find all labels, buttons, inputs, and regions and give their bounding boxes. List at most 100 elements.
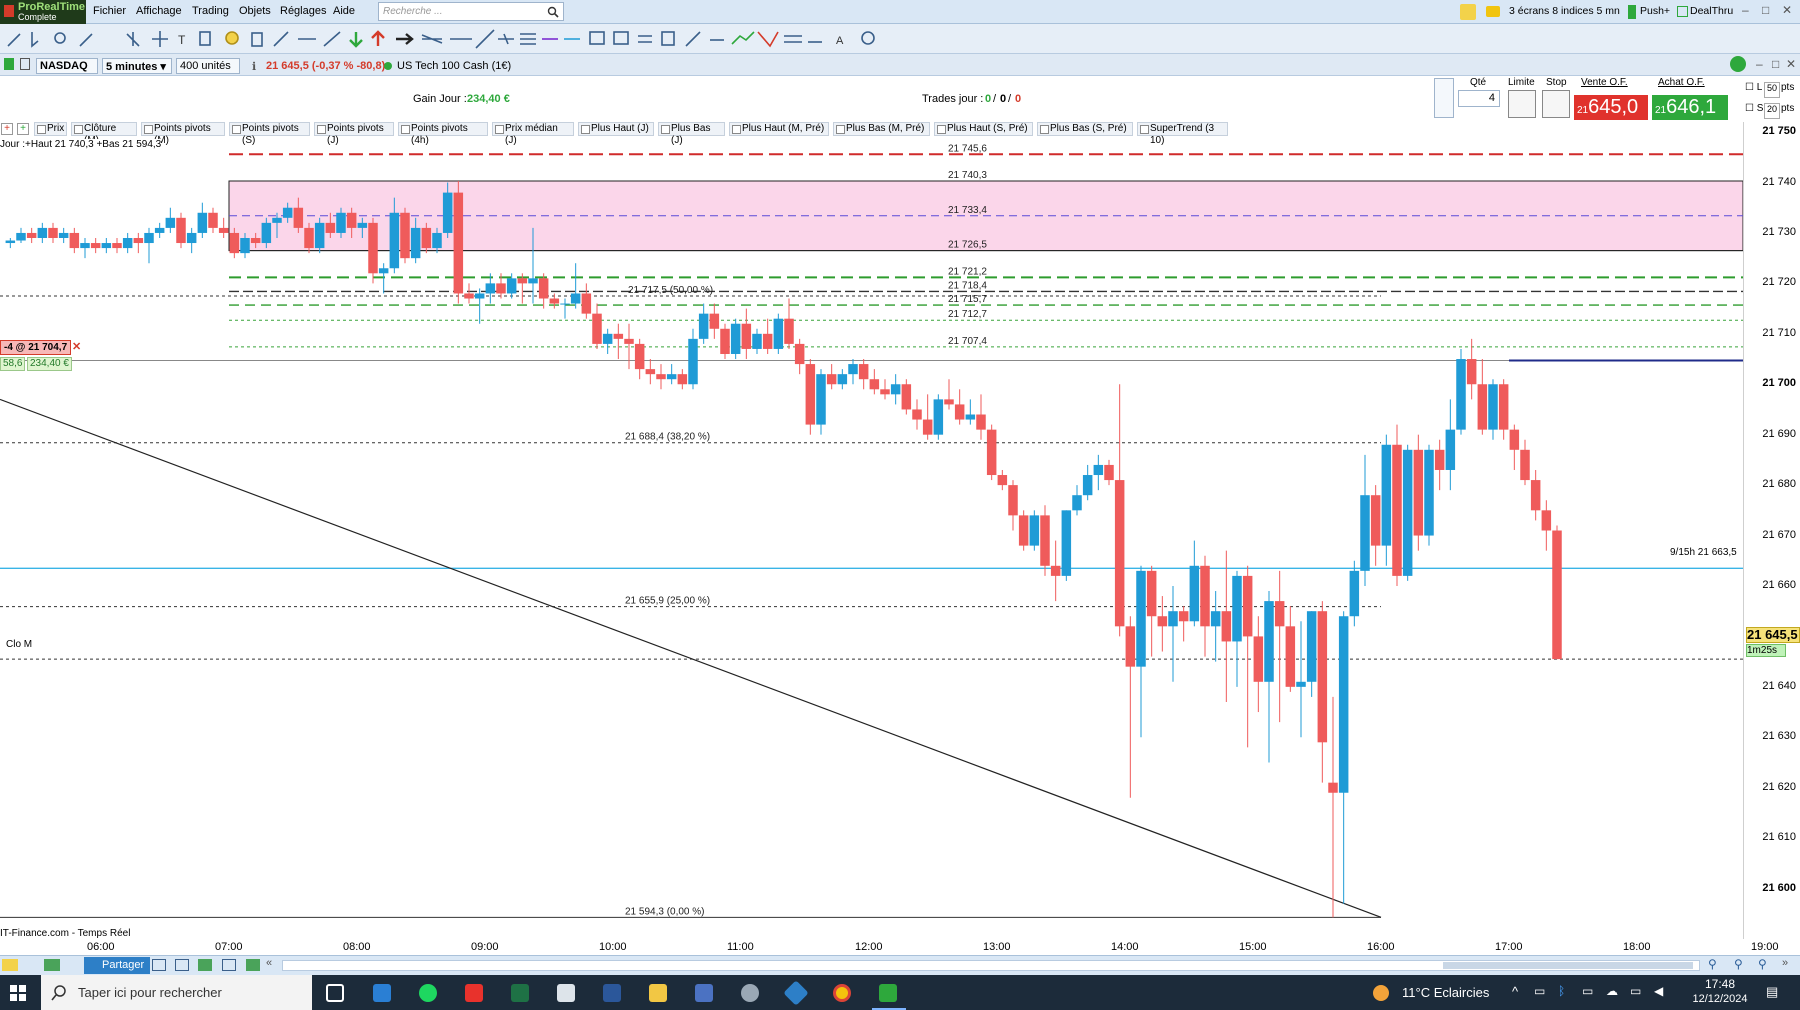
explorer-icon[interactable] xyxy=(649,984,667,1002)
link-icon[interactable] xyxy=(20,58,30,70)
order-settings-icon[interactable] xyxy=(1434,78,1454,118)
time-axis[interactable]: 06:00 07:00 08:00 09:00 10:00 11:00 12:00 13:00… xyxy=(0,939,1779,955)
units-select[interactable]: 400 unités ▾ xyxy=(176,58,240,85)
app-icon[interactable] xyxy=(783,980,809,1006)
close-icon[interactable]: ✕ xyxy=(1782,3,1792,17)
refresh-icon[interactable] xyxy=(1730,56,1746,72)
menu-aide[interactable]: Aide xyxy=(333,5,355,17)
windows-start-icon[interactable] xyxy=(10,985,26,1001)
network-icon[interactable]: ▭ xyxy=(1630,984,1641,998)
box-icon[interactable] xyxy=(613,31,629,45)
share-button[interactable]: Partager xyxy=(84,957,151,974)
stop-order-button[interactable] xyxy=(1542,90,1570,118)
settings-icon[interactable] xyxy=(861,31,875,45)
minimize-icon[interactable]: – xyxy=(1742,3,1749,17)
price-axis[interactable]: 21 750 21 740 21 730 21 720 21 710 21 700 21 6… xyxy=(1743,122,1800,939)
s-checkbox[interactable]: ☐ S xyxy=(1745,103,1763,114)
restore-icon[interactable]: □ xyxy=(1762,3,1769,17)
indicators-icon[interactable] xyxy=(44,959,60,971)
folder-icon[interactable] xyxy=(1486,6,1500,17)
store-icon[interactable] xyxy=(373,984,391,1002)
chrome-icon[interactable] xyxy=(833,984,851,1002)
sync-icon[interactable] xyxy=(246,959,260,971)
trend-line[interactable] xyxy=(0,398,1382,918)
qty-input[interactable]: 4 xyxy=(1458,90,1500,107)
fibo-icon[interactable] xyxy=(498,33,514,45)
delete-icon[interactable] xyxy=(251,32,263,47)
print-icon[interactable] xyxy=(222,959,236,971)
push-button[interactable]: Push+ xyxy=(1640,5,1670,17)
scroll-right-icon[interactable]: » xyxy=(1782,957,1788,969)
info-icon[interactable]: ℹ xyxy=(252,60,256,73)
text-box-icon[interactable] xyxy=(661,31,675,46)
retracement-icon[interactable] xyxy=(520,33,536,45)
s-pts-input[interactable]: 20 xyxy=(1764,103,1780,119)
zoom-in-icon[interactable]: ⚲ xyxy=(1758,957,1767,971)
excel-icon[interactable] xyxy=(511,984,529,1002)
market-select[interactable]: NASDAQ ▾ xyxy=(36,58,98,85)
pencil-icon[interactable] xyxy=(7,33,21,47)
ruler-icon[interactable] xyxy=(79,33,93,47)
layout-label[interactable]: 3 écrans 8 indices 5 mn xyxy=(1509,5,1620,17)
horizontal-scrollbar[interactable] xyxy=(282,960,1700,971)
prorealtime-taskbar-icon[interactable] xyxy=(879,984,897,1002)
tools-icon[interactable] xyxy=(2,959,18,971)
chart-close-icon[interactable]: ✕ xyxy=(1786,57,1796,71)
timeframe-select[interactable]: 5 minutes ▾ xyxy=(102,58,172,74)
chart-maximize-icon[interactable]: □ xyxy=(1772,57,1779,71)
menu-reglages[interactable]: Réglages xyxy=(280,5,326,17)
menu-fichier[interactable]: Fichier xyxy=(93,5,126,17)
favorite-icon[interactable] xyxy=(1460,4,1476,20)
dealthru-button[interactable]: DealThru xyxy=(1690,5,1733,17)
zoom-icon[interactable] xyxy=(54,32,66,44)
text-tool-icon[interactable]: T xyxy=(178,33,186,47)
chart-type-icon[interactable] xyxy=(4,58,14,70)
menu-objets[interactable]: Objets xyxy=(239,5,271,17)
pattern-icon[interactable] xyxy=(757,31,779,48)
wave-icon[interactable] xyxy=(731,31,755,45)
sell-button[interactable]: 21645,0 xyxy=(1574,95,1648,120)
clock-date[interactable]: 12/12/2024 xyxy=(1690,993,1750,1005)
cloud-icon[interactable]: ☁ xyxy=(1606,984,1618,998)
tray-chevron-icon[interactable]: ^ xyxy=(1512,984,1518,999)
clock-time[interactable]: 17:48 xyxy=(1700,977,1740,991)
andrews-icon[interactable] xyxy=(784,35,802,43)
price-chart[interactable]: 21 745,6 21 740,3 21 733,4 21 726,5 21 721,2… xyxy=(0,122,1743,939)
spotify-icon[interactable] xyxy=(419,984,437,1002)
tray-app-icon[interactable]: ▭ xyxy=(1534,984,1545,998)
sell-arrow-icon[interactable] xyxy=(371,30,385,46)
cursor-icon[interactable] xyxy=(31,32,39,48)
volume-icon[interactable]: ◀ xyxy=(1654,984,1663,998)
scroll-left-icon[interactable]: « xyxy=(266,957,272,969)
channel-icon[interactable] xyxy=(421,34,443,44)
close-position-icon[interactable]: ✕ xyxy=(72,340,81,353)
taskbar-search[interactable]: Taper ici pour rechercher xyxy=(41,975,312,1010)
menu-affichage[interactable]: Affichage xyxy=(136,5,182,17)
buy-arrow-icon[interactable] xyxy=(349,32,363,48)
crosshair-icon[interactable] xyxy=(126,32,140,47)
position-label[interactable]: -4 @ 21 704,7 xyxy=(0,340,72,355)
alert-bell-icon[interactable] xyxy=(225,31,239,45)
chart-minimize-icon[interactable]: – xyxy=(1756,57,1763,71)
settings-app-icon[interactable] xyxy=(741,984,759,1002)
zoom-auto-icon[interactable]: ⚲ xyxy=(1708,957,1717,971)
label-tool-icon[interactable]: A xyxy=(836,35,844,47)
weather-text[interactable]: 11°C Eclaircies xyxy=(1402,985,1489,1000)
line-tool-icon[interactable] xyxy=(273,31,289,47)
calculator-icon[interactable] xyxy=(695,984,713,1002)
menu-trading[interactable]: Trading xyxy=(192,5,229,17)
copy-icon[interactable] xyxy=(199,31,211,46)
parallel-icon[interactable] xyxy=(638,35,652,43)
screen-icon[interactable] xyxy=(152,959,166,971)
arrow-right-icon[interactable] xyxy=(396,33,414,45)
zoom-out-icon[interactable]: ⚲ xyxy=(1734,957,1743,971)
export-icon[interactable] xyxy=(198,959,212,971)
search-input[interactable]: Recherche ... xyxy=(378,2,564,21)
display-icon[interactable]: ▭ xyxy=(1582,984,1593,998)
trend-line-icon[interactable] xyxy=(475,29,495,49)
ig-app-icon[interactable] xyxy=(465,984,483,1002)
scrollbar-thumb[interactable] xyxy=(1443,962,1693,969)
l-pts-input[interactable]: 50 xyxy=(1764,82,1780,98)
weather-icon[interactable] xyxy=(1373,985,1389,1001)
move-icon[interactable] xyxy=(152,31,168,47)
